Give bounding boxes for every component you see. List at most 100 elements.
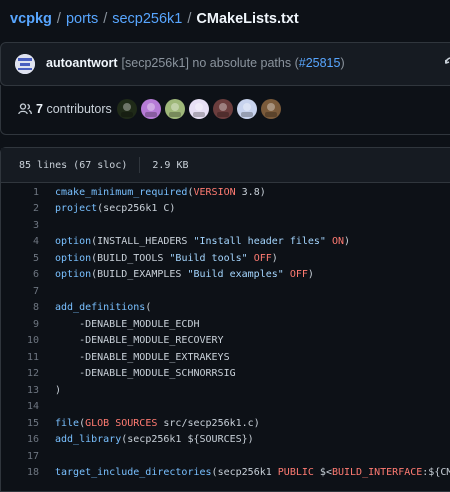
line-number[interactable]: 17 xyxy=(1,451,39,462)
code-token: project xyxy=(55,203,98,215)
line-number[interactable]: 6 xyxy=(1,269,39,280)
breadcrumb-separator: / xyxy=(187,11,192,27)
line-source: option(BUILD_EXAMPLES "Build examples" O… xyxy=(39,269,314,280)
breadcrumb-repo-link[interactable]: vcpkg xyxy=(10,11,52,27)
code-token: cmake_minimum_required xyxy=(55,186,188,198)
contributor-avatar[interactable] xyxy=(237,99,257,119)
code-token: (secp256k1 xyxy=(211,467,278,479)
contributors-count: 7 xyxy=(36,102,43,116)
breadcrumb-separator: / xyxy=(56,11,61,27)
code-token: (secp256k1 C) xyxy=(97,203,176,215)
code-token: ON xyxy=(331,236,345,248)
author-avatar[interactable] xyxy=(15,54,35,74)
commit-message-close: ) xyxy=(340,56,345,70)
code-token: option xyxy=(55,252,92,264)
contributor-avatar[interactable] xyxy=(165,99,185,119)
code-token: OFF xyxy=(253,252,272,264)
line-number[interactable]: 9 xyxy=(1,319,39,330)
code-line: 11 -DENABLE_MODULE_EXTRAKEYS xyxy=(1,349,450,366)
line-number[interactable]: 14 xyxy=(1,401,39,412)
code-line: 10 -DENABLE_MODULE_RECOVERY xyxy=(1,333,450,350)
code-token: BUILD_INTERFACE xyxy=(331,467,423,479)
contributors-bar: 7 contributors xyxy=(0,85,450,135)
contributor-avatar[interactable] xyxy=(117,99,137,119)
history-icon[interactable] xyxy=(444,56,450,73)
people-icon xyxy=(18,102,32,118)
file-info-divider xyxy=(139,157,141,173)
commit-pr-link[interactable]: #25815 xyxy=(299,56,341,70)
line-number[interactable]: 1 xyxy=(1,187,39,198)
file-line-count: 85 lines (67 sloc) xyxy=(19,159,128,171)
line-number[interactable]: 18 xyxy=(1,467,39,478)
code-line: 2 project(secp256k1 C) xyxy=(1,201,450,218)
code-token: option xyxy=(55,236,92,248)
commit-message[interactable]: [secp256k1] no absolute paths ( xyxy=(122,56,299,70)
code-token: ( xyxy=(145,302,152,314)
line-source: file(GLOB SOURCES src/secp256k1.c) xyxy=(39,418,260,429)
code-token: (secp256k1 ${SOURCES}) xyxy=(121,434,254,446)
line-number[interactable]: 16 xyxy=(1,434,39,445)
code-line: 7 xyxy=(1,283,450,300)
line-number[interactable]: 7 xyxy=(1,286,39,297)
code-token: OFF xyxy=(289,269,308,281)
file-viewer: 85 lines (67 sloc) 2.9 KB 1 cmake_minimum… xyxy=(0,147,450,492)
code-token: (BUILD_EXAMPLES xyxy=(91,269,188,281)
breadcrumb-ports-link[interactable]: ports xyxy=(66,11,98,27)
latest-commit-bar: autoantwort [secp256k1] no absolute paths… xyxy=(0,42,450,86)
code-token: "Build tools" xyxy=(169,252,248,264)
line-number[interactable]: 4 xyxy=(1,236,39,247)
line-source: ) xyxy=(39,385,61,396)
code-token: option xyxy=(55,269,92,281)
code-line: 17 xyxy=(1,448,450,465)
breadcrumb-secp256k1-link[interactable]: secp256k1 xyxy=(112,11,182,27)
code-line: 14 xyxy=(1,399,450,416)
line-number[interactable]: 13 xyxy=(1,385,39,396)
code-token: VERSION xyxy=(193,186,236,198)
commit-summary: autoantwort [secp256k1] no absolute paths… xyxy=(46,56,345,70)
code-token: ) xyxy=(344,236,351,248)
code-line: 15 file(GLOB SOURCES src/secp256k1.c) xyxy=(1,415,450,432)
line-number[interactable]: 10 xyxy=(1,335,39,346)
line-number[interactable]: 5 xyxy=(1,253,39,264)
contributor-avatars xyxy=(117,99,281,119)
breadcrumb-separator: / xyxy=(103,11,108,27)
code-token: ) xyxy=(55,384,62,396)
code-line: 9 -DENABLE_MODULE_ECDH xyxy=(1,316,450,333)
code-token: -DENABLE_MODULE_EXTRAKEYS xyxy=(55,351,230,363)
line-number[interactable]: 2 xyxy=(1,203,39,214)
file-info-bar: 85 lines (67 sloc) 2.9 KB xyxy=(1,148,450,183)
line-number[interactable]: 8 xyxy=(1,302,39,313)
line-number[interactable]: 15 xyxy=(1,418,39,429)
code-token: target_include_directories xyxy=(55,467,212,479)
line-number[interactable]: 3 xyxy=(1,220,39,231)
line-source: add_definitions( xyxy=(39,302,151,313)
code-token: GLOB SOURCES xyxy=(85,417,158,429)
code-line: 5 option(BUILD_TOOLS "Build tools" OFF) xyxy=(1,250,450,267)
code-token: add_definitions xyxy=(55,302,146,314)
code-token: ) xyxy=(271,252,278,264)
code-token: add_library xyxy=(55,434,122,446)
code-token: (INSTALL_HEADERS xyxy=(91,236,194,248)
line-source: project(secp256k1 C) xyxy=(39,203,175,214)
breadcrumb: vcpkg / ports / secp256k1 / CMakeLists.t… xyxy=(10,8,299,30)
code-line: 1 cmake_minimum_required(VERSION 3.8) xyxy=(1,184,450,201)
commit-author-link[interactable]: autoantwort xyxy=(46,56,118,70)
contributor-avatar[interactable] xyxy=(213,99,233,119)
code-line: 13) xyxy=(1,382,450,399)
contributor-avatar[interactable] xyxy=(261,99,281,119)
code-line: 16 add_library(secp256k1 ${SOURCES}) xyxy=(1,432,450,449)
code-token: -DENABLE_MODULE_ECDH xyxy=(55,318,200,330)
code-line: 4 option(INSTALL_HEADERS "Install header … xyxy=(1,234,450,251)
contributor-avatar[interactable] xyxy=(141,99,161,119)
code-line: 6 option(BUILD_EXAMPLES "Build examples" … xyxy=(1,267,450,284)
code-line: 8 add_definitions( xyxy=(1,300,450,317)
code-token: file xyxy=(55,417,80,429)
code-token: (BUILD_TOOLS xyxy=(91,252,170,264)
line-number[interactable]: 12 xyxy=(1,368,39,379)
code-token: -DENABLE_MODULE_RECOVERY xyxy=(55,335,224,347)
contributors-link[interactable]: 7 contributors xyxy=(36,102,112,116)
file-size: 2.9 KB xyxy=(152,159,189,171)
contributor-avatar[interactable] xyxy=(189,99,209,119)
code-token: "Build examples" xyxy=(187,269,284,281)
line-number[interactable]: 11 xyxy=(1,352,39,363)
